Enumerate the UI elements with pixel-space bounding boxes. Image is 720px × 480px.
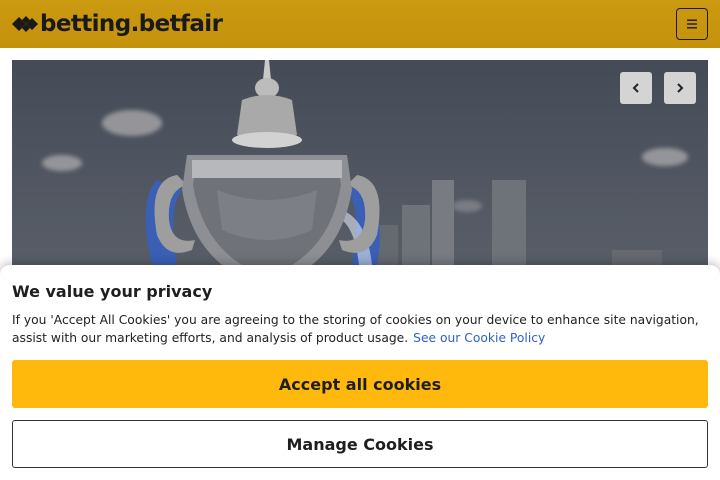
cookie-body: If you 'Accept All Cookies' you are agre… bbox=[12, 311, 702, 347]
carousel-next-button[interactable] bbox=[664, 72, 696, 104]
cookie-title: We value your privacy bbox=[12, 282, 213, 301]
cookie-consent-banner: We value your privacy If you 'Accept All… bbox=[0, 265, 720, 480]
cookie-policy-link[interactable]: See our Cookie Policy bbox=[413, 331, 545, 345]
cookie-body-text: If you 'Accept All Cookies' you are agre… bbox=[12, 313, 699, 345]
hamburger-menu-icon bbox=[687, 19, 697, 29]
accept-all-cookies-button[interactable]: Accept all cookies bbox=[12, 360, 708, 408]
chevron-left-icon bbox=[632, 83, 639, 93]
carousel-prev-button[interactable] bbox=[620, 72, 652, 104]
betfair-arrows-icon bbox=[12, 16, 38, 32]
logo-text: betting.betfair bbox=[40, 11, 223, 37]
betfair-logo[interactable]: betting.betfair bbox=[12, 10, 223, 38]
site-header: betting.betfair bbox=[0, 0, 720, 48]
menu-button[interactable] bbox=[676, 8, 708, 40]
manage-cookies-button[interactable]: Manage Cookies bbox=[12, 420, 708, 468]
chevron-right-icon bbox=[677, 83, 684, 93]
